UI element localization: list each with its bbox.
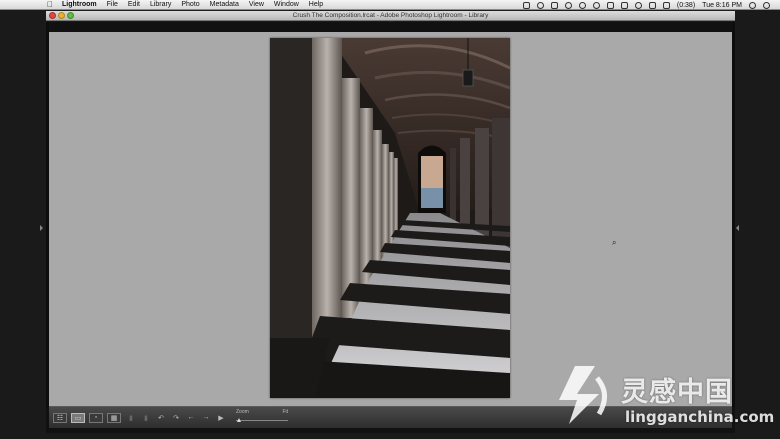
phone-icon[interactable] [592, 1, 600, 9]
zoom-label: Zoom [236, 408, 249, 415]
show-left-panel-icon[interactable] [40, 225, 43, 231]
show-right-panel-icon[interactable] [736, 225, 739, 231]
user-icon[interactable] [749, 1, 756, 9]
wifi-icon[interactable] [634, 1, 642, 9]
grid-icon[interactable] [550, 1, 558, 9]
mac-menubar:  Lightroom File Edit Library Photo Meta… [0, 0, 780, 10]
previous-photo-button[interactable]: ← [185, 413, 197, 423]
menu-lightroom[interactable]: Lightroom [62, 0, 97, 10]
site-watermark: 灵感中国 lingganchina.com [555, 362, 774, 432]
slideshow-play-button[interactable]: ▶ [215, 413, 227, 423]
zoom-slider-thumb[interactable] [237, 417, 241, 422]
menu-view[interactable]: View [249, 0, 264, 10]
dropbox-icon[interactable] [522, 1, 530, 9]
zoom-window-button[interactable] [67, 12, 74, 19]
watermark-chinese-text: 灵感中国 [621, 377, 733, 408]
spotlight-search-icon[interactable] [763, 1, 770, 9]
painter-icon[interactable]: ▮ [125, 413, 137, 423]
loupe-view-button[interactable]: ▭ [71, 412, 85, 423]
watermark-logo-icon [559, 366, 607, 424]
watermark-url-text: lingganchina.com [625, 408, 775, 426]
rotate-left-button[interactable]: ↶ [155, 413, 167, 423]
zoom-slider[interactable]: Zoom Fit [236, 409, 288, 427]
menu-window[interactable]: Window [274, 0, 299, 10]
time-machine-icon[interactable] [564, 1, 572, 9]
apple-menu-icon[interactable]:  [46, 0, 54, 10]
next-photo-button[interactable]: → [200, 413, 212, 423]
menubar-clock[interactable]: Tue 8:16 PM [702, 2, 742, 9]
loupe-photo-arcade-corridor[interactable] [270, 38, 510, 398]
grid-view-button[interactable]: ☷ [53, 412, 67, 423]
bluetooth-icon[interactable] [620, 1, 628, 9]
zoom-cursor-icon: ⌕ [612, 238, 617, 247]
menu-metadata[interactable]: Metadata [210, 0, 239, 10]
menu-library[interactable]: Library [150, 0, 171, 10]
volume-icon[interactable] [648, 1, 656, 9]
battery-icon[interactable] [662, 1, 670, 9]
refresh-icon[interactable] [578, 1, 586, 9]
right-panel-collapsed[interactable] [732, 22, 735, 407]
menubar-status-area: (0:38) Tue 8:16 PM [522, 0, 770, 10]
menu-file[interactable]: File [107, 0, 118, 10]
battery-time: (0:38) [676, 1, 696, 9]
survey-view-button[interactable]: ▦ [107, 412, 121, 423]
sync-icon[interactable] [536, 1, 544, 9]
zoom-slider-track[interactable] [236, 419, 288, 421]
close-window-button[interactable] [49, 12, 56, 19]
window-title: Crush The Composition.lrcat - Adobe Phot… [292, 12, 489, 19]
menu-edit[interactable]: Edit [128, 0, 140, 10]
sort-icon[interactable]: ▮ [140, 413, 152, 423]
minimize-window-button[interactable] [58, 12, 65, 19]
window-controls [49, 12, 74, 19]
rotate-right-button[interactable]: ↷ [170, 413, 182, 423]
compare-view-button[interactable]: ▫ [89, 412, 103, 423]
display-icon[interactable] [606, 1, 614, 9]
menu-help[interactable]: Help [309, 0, 323, 10]
zoom-fit-label: Fit [282, 408, 288, 415]
window-titlebar: Crush The Composition.lrcat - Adobe Phot… [46, 11, 735, 24]
menu-photo[interactable]: Photo [181, 0, 199, 10]
